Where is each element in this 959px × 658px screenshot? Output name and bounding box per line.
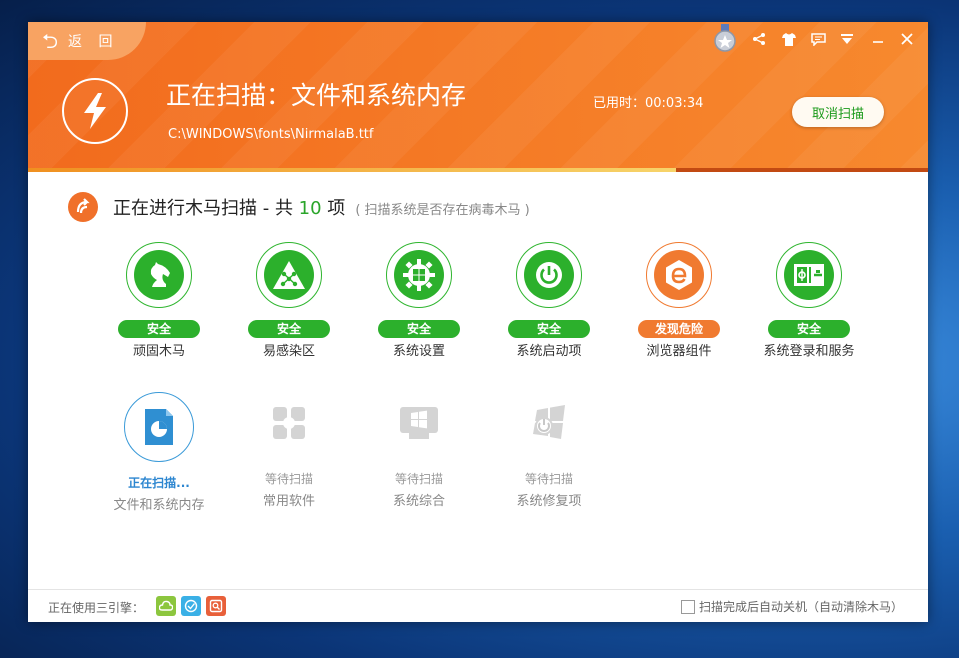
elapsed-time: 已用时：00:03:34	[593, 96, 704, 111]
scan-item-stubborn-trojan[interactable]: 安全 顽固木马	[94, 242, 224, 359]
close-icon[interactable]	[896, 28, 918, 50]
status-text: 等待扫描	[264, 472, 313, 486]
trojan-scan-icon	[68, 192, 98, 222]
service-panel-icon	[784, 250, 834, 300]
status-badge: 安全	[378, 320, 460, 338]
scan-item-common-software[interactable]: 等待扫描 常用软件	[224, 392, 354, 509]
power-icon	[524, 250, 574, 300]
scan-item-system-general[interactable]: 等待扫描 系统综合	[354, 392, 484, 509]
status-text: 正在扫描...	[128, 476, 190, 490]
scan-item-browser-components[interactable]: 发现危险 浏览器组件	[614, 242, 744, 359]
item-label: 系统综合	[392, 494, 445, 509]
auto-shutdown-option[interactable]: 扫描完成后自动关机（自动清除木马）	[681, 598, 903, 615]
windows-repair-icon	[529, 404, 569, 446]
engine-label: 正在使用三引擎：	[48, 601, 145, 615]
header-banner: ⮌ 返 回 正在扫描：文件和系统内存 C:\WINDOWS\fonts\Nirm…	[28, 22, 928, 172]
back-button[interactable]: ⮌ 返 回	[28, 22, 146, 60]
scan-item-system-repair[interactable]: 等待扫描 系统修复项	[484, 392, 614, 509]
status-badge: 安全	[768, 320, 850, 338]
section-title: 正在进行木马扫描 - 共 10 项( 扫描系统是否存在病毒木马 )	[113, 198, 530, 219]
lightning-icon	[62, 78, 128, 144]
network-triangle-icon	[264, 250, 314, 300]
item-label: 文件和系统内存	[113, 498, 205, 513]
status-badge: 安全	[118, 320, 200, 338]
status-text: 等待扫描	[394, 472, 443, 486]
medal-icon[interactable]	[714, 24, 736, 52]
check-engine-icon[interactable]	[181, 596, 201, 616]
apps-icon	[271, 405, 307, 445]
scan-item-login-services[interactable]: 安全 系统登录和服务	[744, 242, 874, 359]
search-engine-icon[interactable]	[206, 596, 226, 616]
skin-shirt-icon[interactable]	[779, 28, 799, 50]
scan-title: 正在扫描：文件和系统内存	[166, 81, 467, 110]
item-label: 系统设置	[392, 344, 445, 359]
item-label: 顽固木马	[132, 344, 185, 359]
scan-item-files-memory[interactable]: 正在扫描... 文件和系统内存	[94, 392, 224, 513]
back-label: 返 回	[68, 34, 119, 50]
status-badge: 发现危险	[638, 320, 720, 338]
menu-dropdown-icon[interactable]	[837, 28, 857, 50]
scan-progress-bar	[28, 168, 676, 172]
scan-item-vulnerable-area[interactable]: 安全 易感染区	[224, 242, 354, 359]
item-label: 常用软件	[262, 494, 315, 509]
file-chart-icon	[142, 407, 176, 447]
status-badge: 安全	[508, 320, 590, 338]
share-icon[interactable]	[749, 28, 769, 50]
windows-gear-icon	[394, 250, 444, 300]
item-label: 系统启动项	[516, 344, 582, 359]
browser-e-icon	[654, 250, 704, 300]
item-label: 易感染区	[262, 344, 315, 359]
cloud-engine-icon[interactable]	[156, 596, 176, 616]
scan-item-startup[interactable]: 安全 系统启动项	[484, 242, 614, 359]
item-label: 浏览器组件	[646, 344, 712, 359]
item-label: 系统修复项	[516, 494, 582, 509]
status-badge: 安全	[248, 320, 330, 338]
auto-shutdown-checkbox[interactable]	[681, 599, 695, 614]
auto-shutdown-label: 扫描完成后自动关机（自动清除木马）	[699, 600, 904, 614]
scanner-window: ⮌ 返 回 正在扫描：文件和系统内存 C:\WINDOWS\fonts\Nirm…	[28, 22, 928, 622]
status-text: 等待扫描	[524, 472, 573, 486]
horse-icon	[134, 250, 184, 300]
section-note: ( 扫描系统是否存在病毒木马 )	[355, 203, 530, 218]
item-count: 10	[298, 198, 322, 219]
item-label: 系统登录和服务	[763, 344, 855, 359]
windows-box-icon	[399, 405, 439, 445]
back-arrow-icon: ⮌	[42, 29, 59, 53]
current-file-path: C:\WINDOWS\fonts\NirmalaB.ttf	[168, 127, 374, 142]
scan-item-system-settings[interactable]: 安全 系统设置	[354, 242, 484, 359]
message-icon[interactable]	[808, 28, 828, 50]
minimize-icon[interactable]	[868, 28, 888, 50]
cancel-scan-button[interactable]: 取消扫描	[792, 97, 884, 127]
status-footer: 正在使用三引擎： 扫描完成后自动关机（自动清除木马）	[28, 589, 928, 622]
